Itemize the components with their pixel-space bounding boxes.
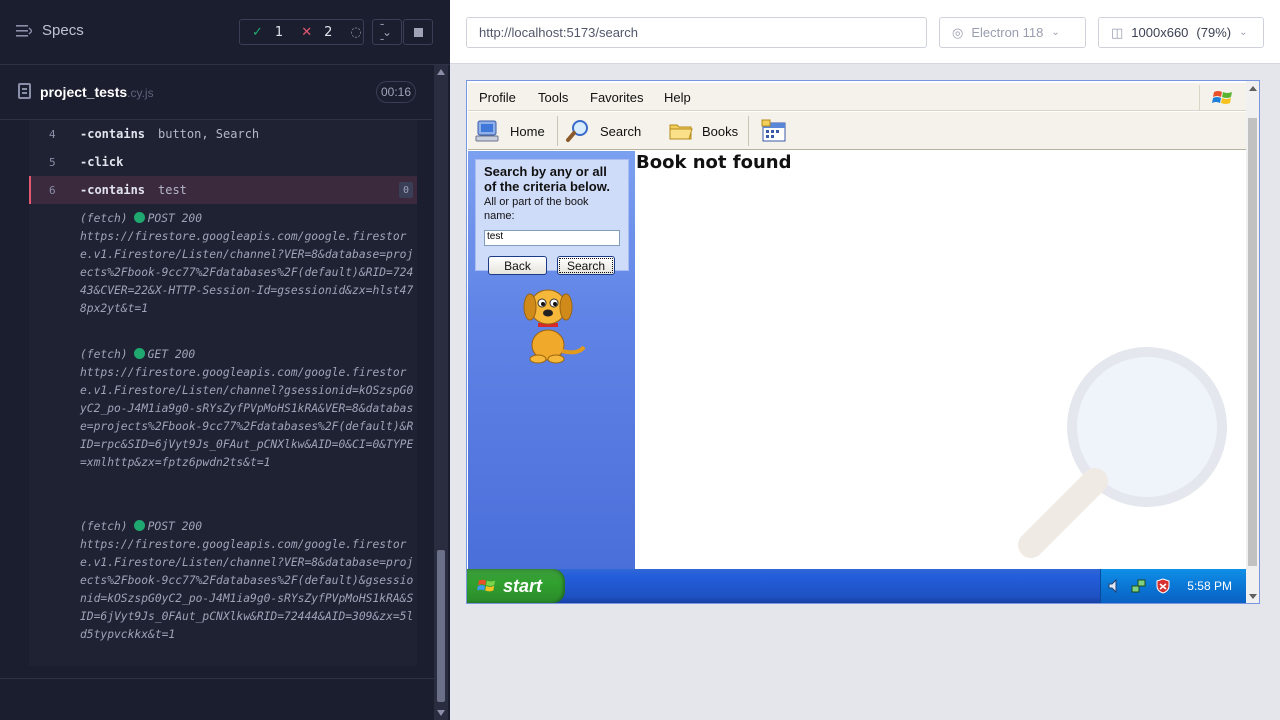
search-form-title: Search by any or all of the criteria bel… [484, 164, 610, 194]
security-shield-icon[interactable] [1155, 578, 1171, 594]
fetch-log-entry[interactable]: (fetch) POST 200 https://firestore.google… [80, 210, 415, 318]
chevron-down-button[interactable]: ⌄ [372, 19, 402, 45]
command-row[interactable]: 4 -contains button, Search [29, 120, 417, 148]
search-form-label: All or part of the book name: [484, 196, 589, 222]
status-dot-icon [133, 348, 145, 359]
stop-button[interactable] [403, 19, 433, 45]
pending-icon: ◌ [350, 24, 362, 40]
toolbar: Home Search Books [468, 112, 1246, 150]
search-button[interactable]: Search [557, 256, 615, 275]
fetch-url: https://firestore.googleapis.com/google.… [80, 538, 414, 641]
menu-icon [16, 24, 32, 37]
document-icon [18, 83, 31, 99]
menu-favorites[interactable]: Favorites [590, 90, 643, 105]
scroll-up-icon[interactable] [1249, 86, 1257, 91]
app-scrollbar[interactable] [1246, 81, 1259, 603]
element-count-badge: 0 [399, 182, 413, 198]
aut-header: http://localhost:5173/search ◎ Electron … [450, 0, 1280, 64]
fetch-log-entry[interactable]: (fetch) GET 200 https://firestore.googlea… [80, 346, 415, 472]
menu-bar: Profile Tools Favorites Help [468, 83, 1246, 111]
back-button[interactable]: Back [488, 256, 547, 275]
stop-icon [413, 27, 423, 37]
search-icon [566, 120, 588, 142]
failed-stat: ✕ 2 [289, 25, 338, 40]
scroll-down-icon[interactable] [437, 710, 445, 716]
specs-header: Specs ✓ 1 ✕ 2 ◌ -- ⌄ [0, 0, 450, 65]
spec-file-name: project_tests.cy.js [40, 84, 154, 100]
ruler-icon: ◫ [1111, 24, 1124, 40]
passed-stat: ✓ 1 [240, 25, 289, 40]
viewport-selector[interactable]: ◫ 1000x660 (79%) ⌄ [1098, 17, 1264, 48]
sidebar: Search by any or all of the criteria bel… [468, 151, 635, 569]
browser-icon: ◎ [952, 24, 964, 40]
search-toolbar-button[interactable]: Search [564, 116, 641, 146]
windows-logo-icon [1199, 85, 1245, 111]
calendar-icon [761, 119, 786, 142]
specs-toggle[interactable]: Specs [16, 22, 84, 39]
command-row-active[interactable]: 6 -contains test 0 [29, 176, 417, 204]
chevron-down-icon: ⌄ [1239, 27, 1248, 38]
command-row[interactable]: 5 -click [29, 148, 417, 176]
windows-flag-icon [477, 579, 496, 592]
home-button[interactable]: Home [474, 116, 545, 146]
status-dot-icon [133, 212, 145, 223]
scroll-down-icon[interactable] [1249, 594, 1257, 599]
search-form: Search by any or all of the criteria bel… [475, 159, 629, 275]
check-icon: ✓ [252, 24, 263, 40]
command-log-scrollbar[interactable] [434, 65, 448, 720]
x-icon: ✕ [301, 24, 313, 40]
result-pane: Book not found [635, 151, 1246, 569]
app-under-test: Profile Tools Favorites Help Home Search… [466, 80, 1260, 604]
search-dog-icon [523, 289, 586, 364]
scroll-thumb[interactable] [1248, 118, 1257, 566]
status-dot-icon [133, 520, 145, 531]
system-tray: 5:58 PM [1100, 569, 1246, 603]
start-button[interactable]: start [467, 569, 565, 603]
menu-profile[interactable]: Profile [479, 90, 516, 105]
menu-help[interactable]: Help [664, 90, 691, 105]
spec-file-header: project_tests.cy.js 00:16 [0, 66, 432, 120]
divider [0, 678, 434, 679]
folder-icon [669, 124, 693, 140]
browser-selector[interactable]: ◎ Electron 118 ⌄ [939, 17, 1086, 48]
scroll-thumb[interactable] [437, 550, 445, 702]
chevron-down-icon: ⌄ [381, 25, 393, 39]
toolbar-separator [557, 116, 558, 146]
scroll-up-icon[interactable] [437, 69, 445, 75]
books-button[interactable]: Books [668, 116, 738, 146]
volume-icon[interactable] [1107, 578, 1123, 594]
specs-title: Specs [42, 22, 84, 39]
run-duration: 00:16 [376, 81, 416, 103]
taskbar: start 5:58 PM [467, 569, 1246, 603]
test-stats: ✓ 1 ✕ 2 ◌ -- [239, 17, 384, 47]
calendar-button[interactable] [760, 116, 788, 146]
url-bar[interactable]: http://localhost:5173/search [466, 17, 927, 48]
menu-tools[interactable]: Tools [538, 90, 568, 105]
toolbar-separator [748, 116, 749, 146]
fetch-url: https://firestore.googleapis.com/google.… [80, 366, 414, 469]
home-icon [475, 120, 499, 142]
command-log-panel: Specs ✓ 1 ✕ 2 ◌ -- ⌄ project_tests.cy.js 00… [0, 0, 450, 720]
fetch-log-entry[interactable]: (fetch) POST 200 https://firestore.google… [80, 518, 415, 644]
command-list: 4 -contains button, Search 5 -click 6 -c… [29, 120, 417, 666]
clock: 5:58 PM [1187, 579, 1232, 593]
chevron-down-icon: ⌄ [1051, 27, 1060, 38]
network-icon[interactable] [1131, 578, 1147, 594]
magnifier-watermark-icon [1018, 347, 1227, 558]
book-name-input[interactable]: test [484, 230, 620, 246]
fetch-url: https://firestore.googleapis.com/google.… [80, 230, 414, 315]
result-message: Book not found [636, 152, 792, 173]
